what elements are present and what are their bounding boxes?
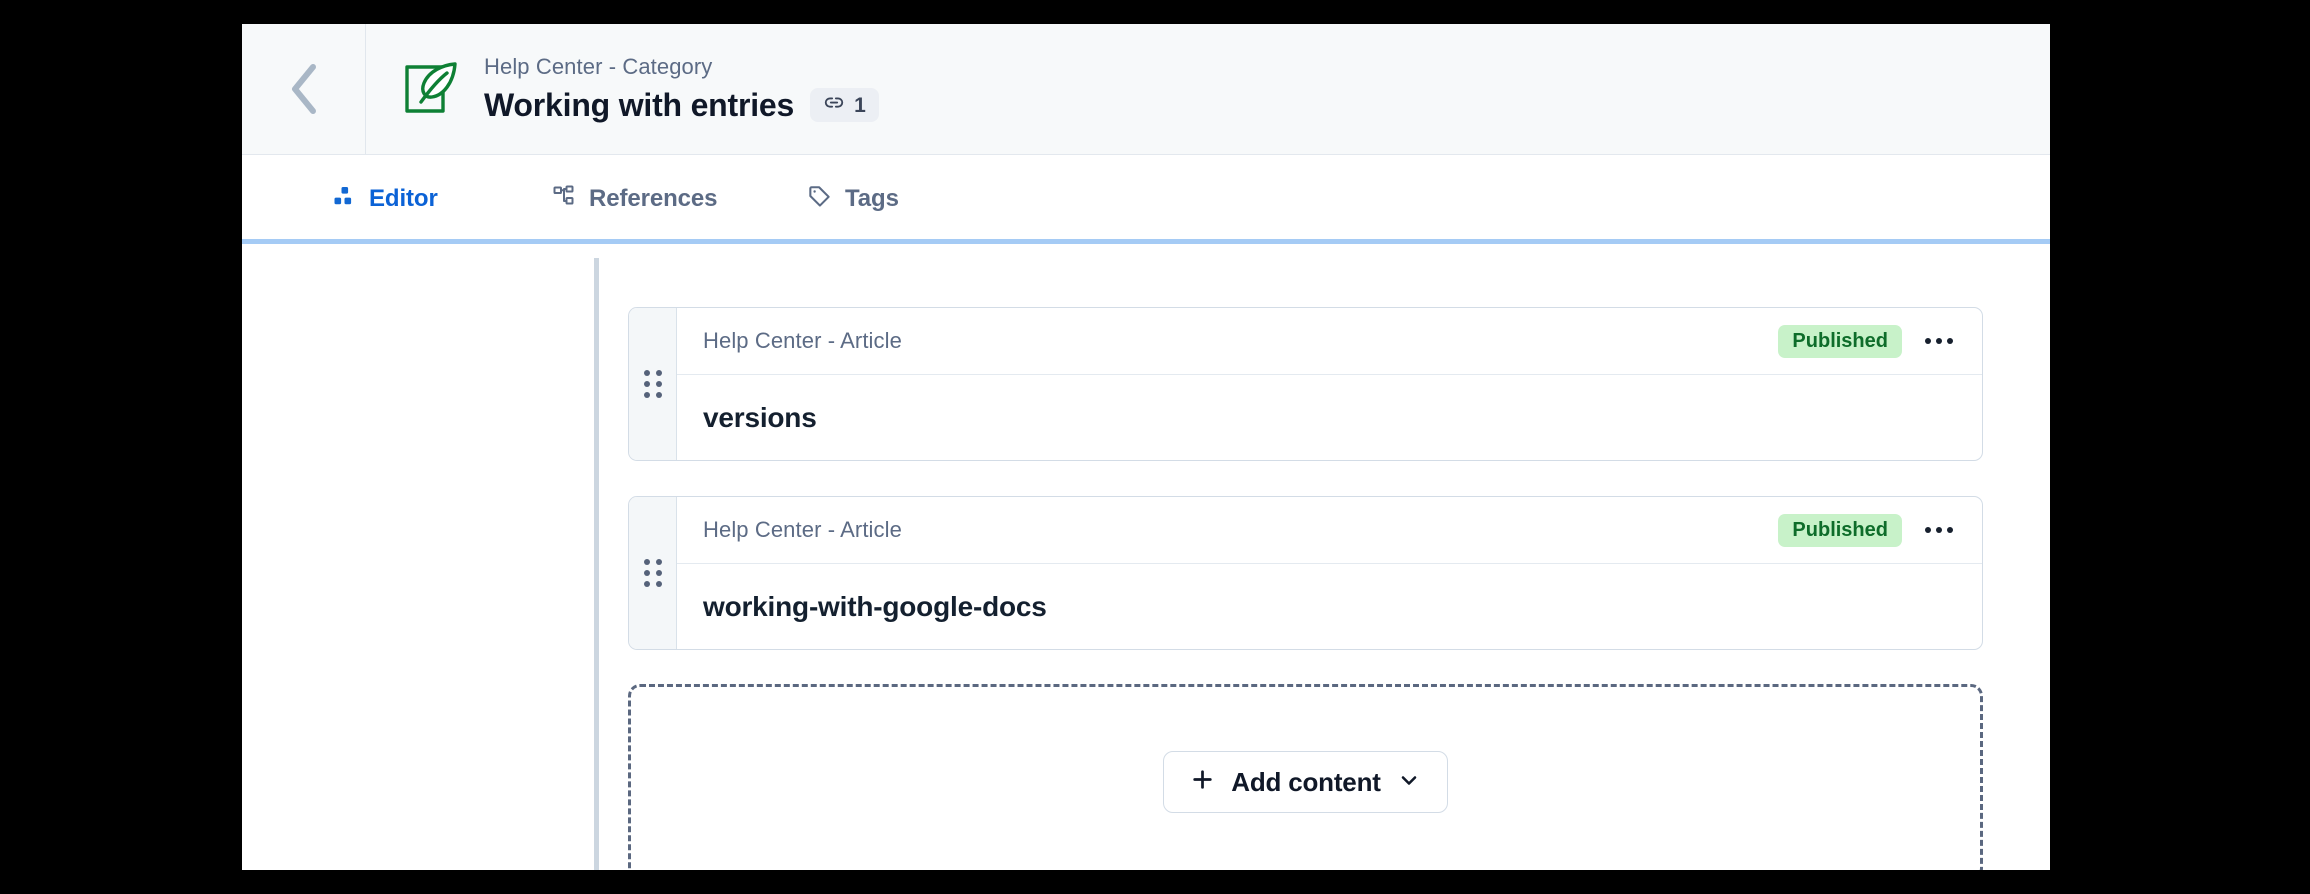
entity-header: Help Center - Category Working with entr… [242,24,2050,155]
table-row[interactable]: Help Center - Article Published versions [628,307,1983,461]
title-row: Working with entries 1 [484,85,879,125]
page-title: Working with entries [484,87,795,124]
entry-card-header: Help Center - Article Published [677,308,1982,375]
chevron-left-icon [287,61,321,117]
chevron-down-icon [1397,768,1421,797]
header-main: Help Center - Category Working with entr… [366,53,879,126]
tab-references-label: References [589,184,718,212]
quill-note-icon [402,61,458,117]
blocks-icon [332,184,356,213]
tag-icon [807,184,832,214]
entry-card-body: Help Center - Article Published versions [677,308,1982,460]
back-button[interactable] [242,24,366,154]
entry-content-type: Help Center - Article [703,517,902,542]
tab-references[interactable]: References [552,155,718,242]
plus-icon [1190,767,1215,797]
more-actions-button[interactable] [1922,324,1956,358]
links-count-chip[interactable]: 1 [810,88,879,123]
entry-card-body: Help Center - Article Published working-… [677,497,1982,649]
content-type-label: Help Center - Category [484,53,713,79]
sitemap-icon [552,184,576,213]
links-count: 1 [854,93,866,117]
add-content-dropzone[interactable]: Add content [628,684,1983,870]
entry-title-row[interactable]: working-with-google-docs [677,564,1982,649]
drag-handle[interactable] [629,497,677,649]
entry-card-header-actions: Published [1778,513,1956,547]
table-row[interactable]: Help Center - Article Published working-… [628,496,1983,650]
header-text: Help Center - Category Working with entr… [484,53,879,126]
tab-tags[interactable]: Tags [807,155,899,242]
entry-card-header-actions: Published [1778,324,1956,358]
drag-dots-icon [643,559,662,587]
entries-pane: Help Center - Article Published versions [599,244,2050,870]
drag-dots-icon [643,370,662,398]
more-actions-button[interactable] [1922,513,1956,547]
tab-tags-label: Tags [845,184,899,212]
entry-title-row[interactable]: versions [677,375,1982,460]
app-window: Help Center - Category Working with entr… [242,24,2050,870]
drag-handle[interactable] [629,308,677,460]
tab-editor[interactable]: Editor [332,155,438,245]
ellipsis-icon [1925,338,1931,344]
ellipsis-icon [1925,527,1931,533]
link-icon [823,92,845,119]
tab-editor-label: Editor [369,184,438,212]
add-content-button[interactable]: Add content [1163,751,1448,813]
entry-card-header: Help Center - Article Published [677,497,1982,564]
status-badge: Published [1778,324,1902,358]
tab-bar: Editor References Tags [242,155,2050,245]
entry-title: versions [703,401,817,433]
entry-content-type: Help Center - Article [703,328,902,353]
left-field-pane [242,244,594,870]
add-content-label: Add content [1231,766,1381,797]
entry-title: working-with-google-docs [703,590,1047,622]
status-badge: Published [1778,513,1902,547]
workbench: Help Center - Article Published versions [242,244,2050,870]
